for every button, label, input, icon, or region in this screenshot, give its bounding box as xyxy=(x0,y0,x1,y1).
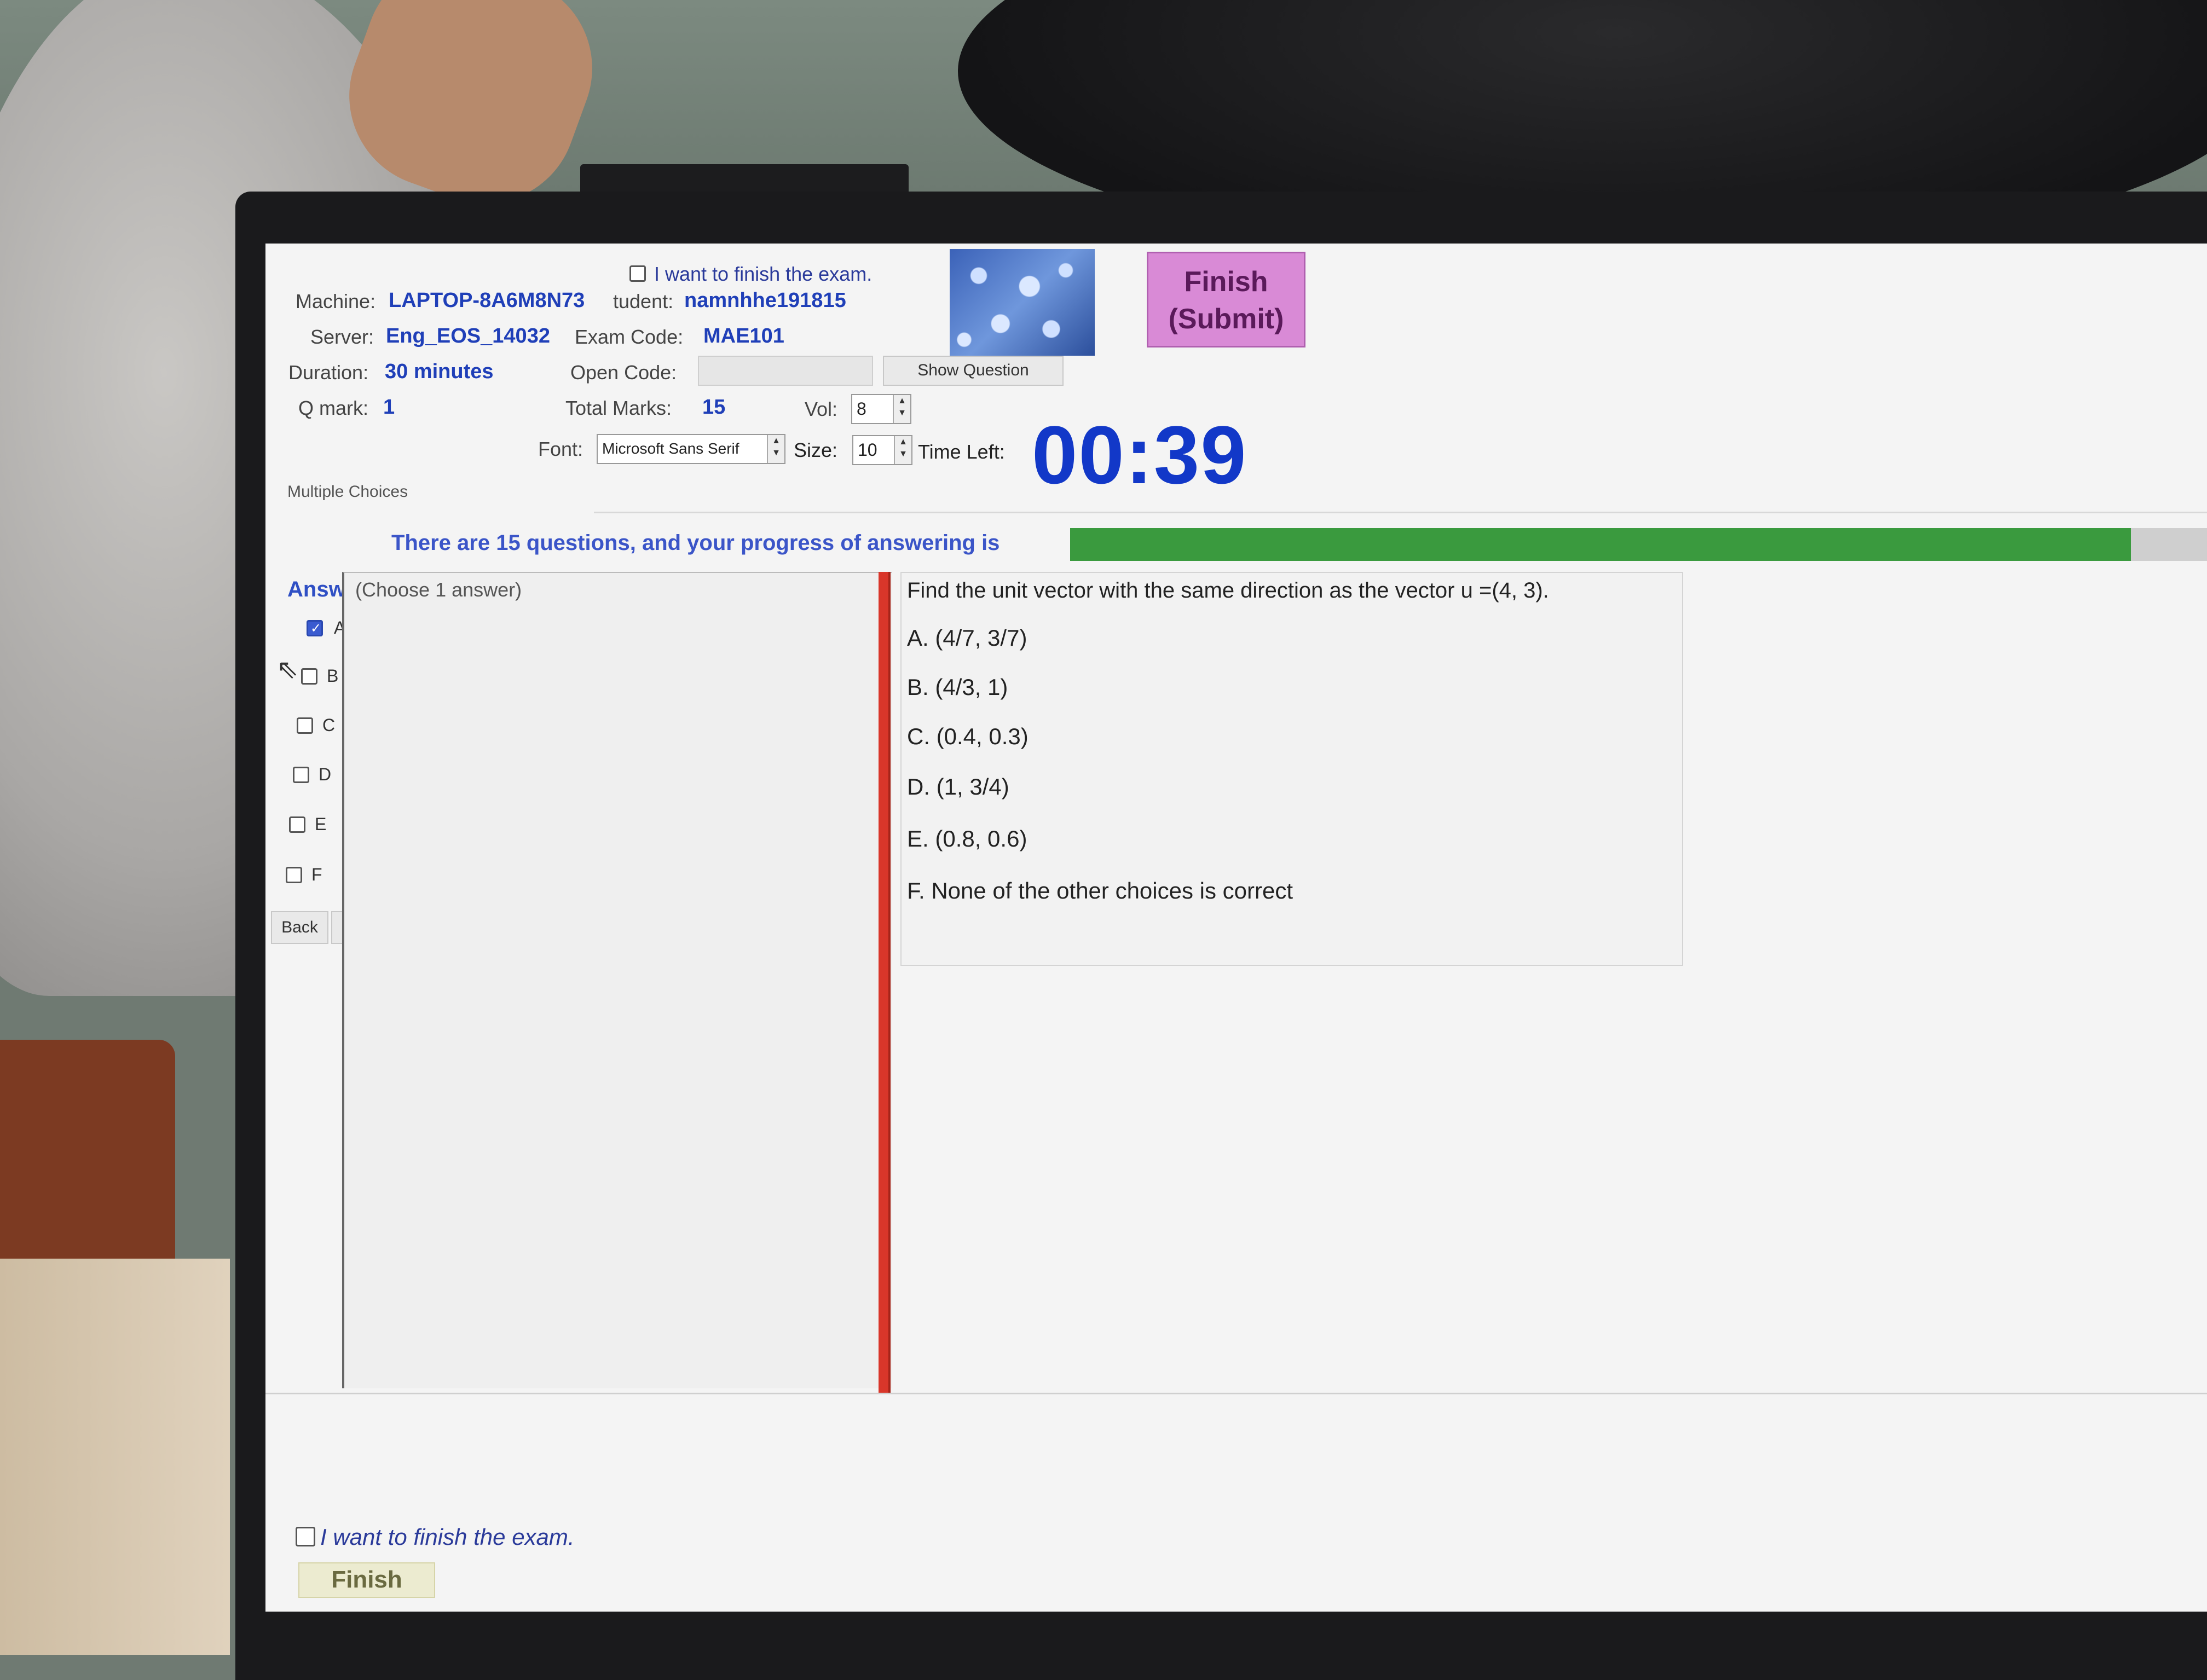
question-option-d: D. (1, 3/4) xyxy=(907,774,1009,800)
progress-bar-fill xyxy=(1070,528,2131,561)
question-option-e: E. (0.8, 0.6) xyxy=(907,826,1027,851)
server-label: Server: xyxy=(310,326,374,348)
answer-checkbox-b[interactable] xyxy=(301,668,317,685)
total-marks-value: 15 xyxy=(702,396,726,419)
section-divider xyxy=(594,512,2207,513)
choose-hint: (Choose 1 answer) xyxy=(355,578,522,601)
answer-checkbox-f[interactable] xyxy=(286,867,302,883)
duration-value: 30 minutes xyxy=(385,360,494,383)
open-code-input[interactable] xyxy=(698,356,873,386)
question-panel: Find the unit vector with the same direc… xyxy=(900,572,1683,966)
finish-checkbox-bottom[interactable] xyxy=(296,1527,315,1546)
font-label: Font: xyxy=(538,438,583,460)
exam-code-label: Exam Code: xyxy=(575,326,684,348)
question-text: Find the unit vector with the same direc… xyxy=(907,578,1549,603)
student-label: tudent: xyxy=(613,290,674,312)
exam-code-value: MAE101 xyxy=(703,325,784,347)
machine-value: LAPTOP-8A6M8N73 xyxy=(389,289,585,312)
font-value: Microsoft Sans Serif xyxy=(602,440,739,457)
answer-letter-b: B xyxy=(327,666,339,686)
finish-submit-button[interactable]: Finish (Submit) xyxy=(1147,252,1305,347)
answer-checkbox-c[interactable] xyxy=(297,717,313,734)
answer-checkbox-d[interactable] xyxy=(293,767,309,783)
question-option-f: F. None of the other choices is correct xyxy=(907,878,1293,903)
back-button[interactable]: Back xyxy=(271,911,328,944)
size-label: Size: xyxy=(794,439,838,461)
spinner-arrows-icon[interactable]: ▲ ▼ xyxy=(893,395,910,423)
vol-value: 8 xyxy=(857,399,866,419)
font-select[interactable]: Microsoft Sans Serif ▲ ▼ xyxy=(597,434,785,464)
qmark-value: 1 xyxy=(383,396,395,419)
mouse-pointer-icon: ⇖ xyxy=(276,655,299,684)
answer-letter-c: C xyxy=(322,715,336,735)
exam-window: I want to finish the exam. Machine: LAPT… xyxy=(265,244,2207,1612)
open-code-label: Open Code: xyxy=(570,361,677,384)
machine-label: Machine: xyxy=(296,290,376,312)
finish-submit-line1: Finish xyxy=(1184,266,1268,298)
duration-label: Duration: xyxy=(288,361,369,384)
qmark-label: Q mark: xyxy=(298,397,369,419)
answer-letter-f: F xyxy=(311,865,322,884)
show-question-button[interactable]: Show Question xyxy=(883,356,1064,386)
answer-checkbox-a[interactable] xyxy=(307,620,323,636)
section-title: Multiple Choices xyxy=(287,483,408,501)
answer-letter-e: E xyxy=(315,814,327,834)
finish-checkbox-top[interactable] xyxy=(629,265,646,282)
total-marks-label: Total Marks: xyxy=(565,397,672,419)
finish-submit-line2: (Submit) xyxy=(1168,303,1284,335)
size-spinner[interactable]: 10 ▲ ▼ xyxy=(852,435,912,465)
background-desk xyxy=(0,1259,230,1655)
finish-checkbox-top-label: I want to finish the exam. xyxy=(654,263,873,285)
spinner-arrows-icon[interactable]: ▲ ▼ xyxy=(767,435,784,463)
question-option-b: B. (4/3, 1) xyxy=(907,674,1008,700)
content-frame-bottom xyxy=(265,1393,2207,1394)
answer-checkbox-e[interactable] xyxy=(289,816,305,833)
finish-checkbox-bottom-label: I want to finish the exam. xyxy=(320,1524,575,1550)
time-left-value: 00:39 xyxy=(1032,409,1247,501)
finish-button[interactable]: Finish xyxy=(298,1562,435,1598)
student-value: namnhhe191815 xyxy=(684,289,846,312)
question-option-a: A. (4/7, 3/7) xyxy=(907,625,1027,651)
size-value: 10 xyxy=(858,440,877,460)
question-option-c: C. (0.4, 0.3) xyxy=(907,723,1029,749)
server-value: Eng_EOS_14032 xyxy=(386,325,550,347)
exam-logo xyxy=(950,249,1095,356)
vol-spinner[interactable]: 8 ▲ ▼ xyxy=(851,394,911,424)
panel-splitter[interactable] xyxy=(879,572,891,1393)
spinner-arrows-icon[interactable]: ▲ ▼ xyxy=(894,436,911,464)
answer-panel: (Choose 1 answer) xyxy=(342,572,892,1388)
time-left-label: Time Left: xyxy=(918,441,1005,463)
answer-letter-d: D xyxy=(319,764,332,784)
progress-bar xyxy=(1070,528,2207,561)
vol-label: Vol: xyxy=(805,398,838,420)
progress-text: There are 15 questions, and your progres… xyxy=(391,531,1000,555)
